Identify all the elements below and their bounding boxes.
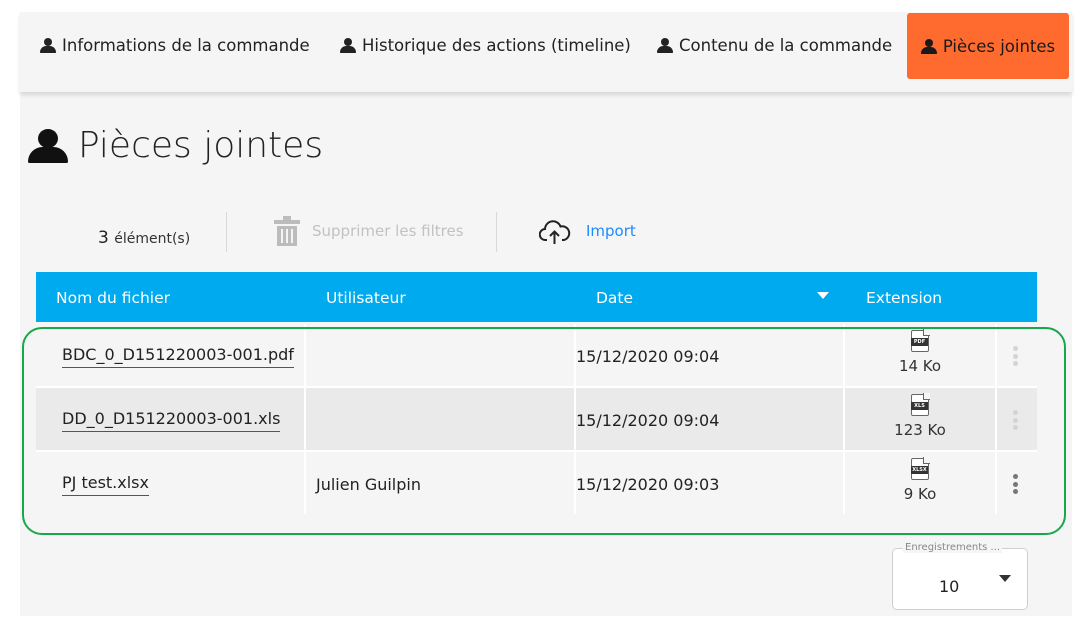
user-icon — [28, 128, 68, 163]
table-header: Nom du fichier Utilisateur Date Extensio… — [36, 272, 1037, 322]
column-header-filename[interactable]: Nom du fichier — [56, 289, 170, 307]
trash-icon — [274, 215, 300, 247]
tab-contenu[interactable]: Contenu de la commande — [657, 12, 892, 78]
highlight-outline — [22, 327, 1066, 535]
tab-historique[interactable]: Historique des actions (timeline) — [340, 12, 631, 78]
tab-bar: Informations de la commande Historique d… — [20, 12, 1072, 92]
tab-informations[interactable]: Informations de la commande — [40, 12, 310, 78]
column-header-date[interactable]: Date — [596, 289, 633, 307]
page-title: Pièces jointes — [28, 125, 323, 166]
toolbar-divider — [496, 212, 497, 252]
toolbar: 3 élément(s) Supprimer les filtres Impor… — [36, 208, 676, 256]
tab-label: Contenu de la commande — [679, 35, 893, 55]
records-per-page-value: 10 — [939, 577, 960, 596]
page: Informations de la commande Historique d… — [20, 12, 1072, 616]
records-per-page-label: Enregistrements ... — [903, 542, 1003, 553]
user-icon — [920, 38, 937, 54]
column-header-extension[interactable]: Extension — [866, 289, 942, 307]
cloud-upload-icon[interactable] — [539, 218, 571, 246]
tab-label: Informations de la commande — [62, 35, 310, 55]
item-count-value: 3 — [98, 228, 109, 248]
tab-label: Historique des actions (timeline) — [362, 35, 631, 55]
records-per-page-select[interactable]: Enregistrements ... 10 — [892, 542, 1028, 610]
item-count: 3 élément(s) — [98, 228, 190, 248]
item-count-label: élément(s) — [114, 231, 191, 247]
user-icon — [340, 37, 356, 53]
page-title-text: Pièces jointes — [78, 125, 324, 166]
column-header-user[interactable]: Utilisateur — [326, 289, 406, 307]
user-icon — [657, 37, 673, 53]
sort-desc-caret-icon[interactable] — [817, 292, 829, 299]
tab-pieces-jointes[interactable]: Pièces jointes — [907, 13, 1069, 79]
clear-filters-button: Supprimer les filtres — [312, 222, 464, 240]
user-icon — [40, 37, 56, 53]
tab-label: Pièces jointes — [942, 36, 1056, 56]
chevron-down-icon[interactable] — [999, 575, 1011, 582]
toolbar-divider — [226, 212, 227, 252]
import-button[interactable]: Import — [586, 222, 636, 240]
